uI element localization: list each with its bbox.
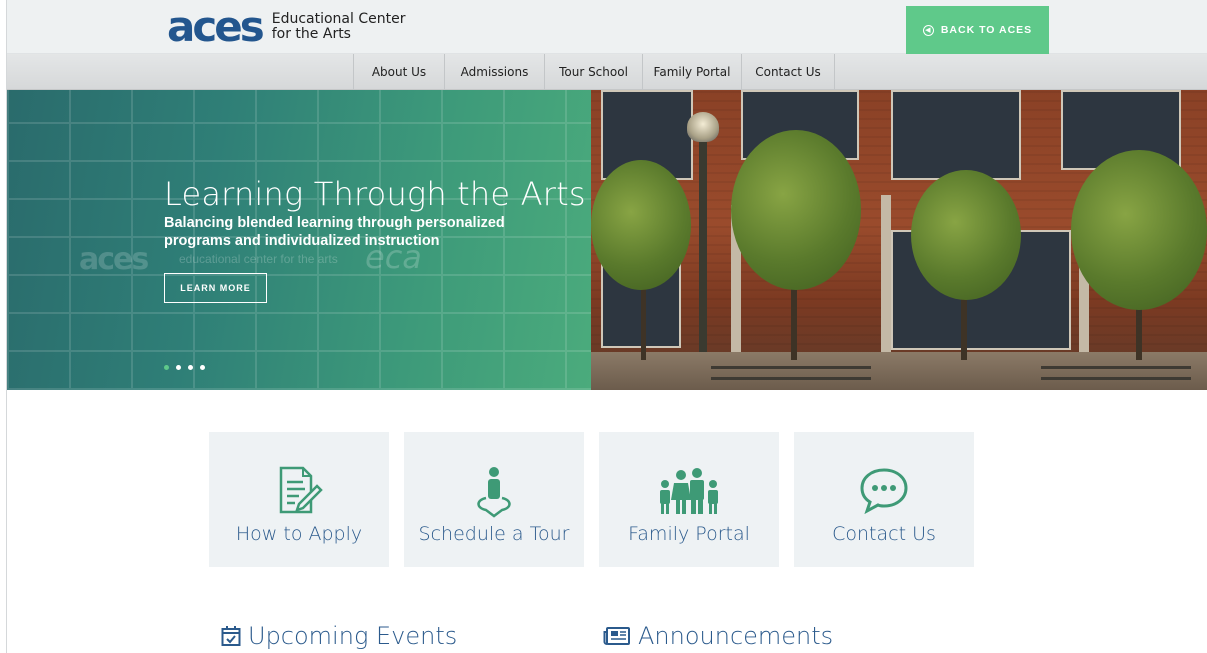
main-nav: About Us Admissions Tour School Family P… — [353, 54, 835, 90]
nav-item-label: About Us — [371, 65, 427, 79]
tree — [1071, 150, 1207, 310]
person-location-icon — [477, 467, 511, 518]
logo-text: Educational Center for the Arts — [272, 12, 406, 42]
building-pillar — [881, 195, 891, 355]
nav-item-tour-school[interactable]: Tour School — [544, 54, 642, 90]
tree — [731, 130, 861, 290]
back-to-aces-label: BACK TO ACES — [940, 24, 1033, 36]
site-logo[interactable]: aces Educational Center for the Arts — [167, 2, 406, 51]
nav-item-label: Admissions — [460, 65, 529, 79]
quick-link-schedule-a-tour[interactable]: Schedule a Tour — [404, 432, 584, 567]
nav-item-family-portal[interactable]: Family Portal — [642, 54, 741, 90]
section-title: Upcoming Events — [248, 622, 458, 650]
logo-text-line1: Educational Center — [271, 11, 406, 27]
quick-link-label: Contact Us — [832, 523, 936, 545]
back-to-aces-button[interactable]: ◀ BACK TO ACES — [906, 6, 1049, 54]
slider-dot-4[interactable] — [200, 365, 205, 370]
main-nav-bar: About Us Admissions Tour School Family P… — [7, 54, 1207, 90]
lamp-globe — [687, 112, 719, 142]
site-header: aces Educational Center for the Arts ◀ B… — [7, 0, 1207, 54]
tree — [911, 170, 1021, 300]
quick-link-label: Schedule a Tour — [418, 523, 570, 545]
hero-title: Learning Through the Arts — [164, 175, 586, 213]
slider-dot-2[interactable] — [176, 365, 181, 370]
calendar-check-icon — [221, 626, 241, 646]
nav-item-label: Contact Us — [755, 65, 821, 79]
learn-more-button[interactable]: LEARN MORE — [164, 273, 267, 303]
slider-dot-1[interactable] — [164, 365, 169, 370]
family-icon — [660, 468, 718, 514]
building-window — [891, 90, 1021, 180]
slider-dot-3[interactable] — [188, 365, 193, 370]
quick-links: How to Apply Schedule a Tour Family Port… — [209, 432, 989, 567]
announcements-heading: Announcements — [603, 622, 833, 650]
upcoming-events-heading: Upcoming Events — [221, 622, 457, 650]
watermark-logo: aces — [79, 242, 149, 277]
tree — [591, 160, 691, 290]
nav-item-label: Family Portal — [653, 65, 731, 79]
quick-link-how-to-apply[interactable]: How to Apply — [209, 432, 389, 567]
section-title: Announcements — [638, 622, 834, 650]
logo-text-line2: for the Arts — [271, 26, 351, 42]
slider-dots — [164, 365, 212, 370]
quick-link-label: Family Portal — [628, 523, 750, 545]
watermark-text: educational center for the arts — [179, 252, 338, 266]
logo-mark: aces — [167, 2, 265, 51]
hero-subtitle: Balancing blended learning through perso… — [164, 215, 505, 249]
bench — [1041, 366, 1191, 380]
hero-slider: aces educational center for the arts eca… — [7, 90, 1207, 390]
nav-item-contact-us[interactable]: Contact Us — [741, 54, 835, 90]
chat-bubble-icon — [860, 468, 908, 514]
nav-item-label: Tour School — [559, 65, 628, 79]
quick-link-contact-us[interactable]: Contact Us — [794, 432, 974, 567]
bench — [711, 366, 871, 380]
hero-photo — [591, 90, 1207, 390]
nav-item-admissions[interactable]: Admissions — [444, 54, 544, 90]
hero-text: Learning Through the Arts Balancing blen… — [164, 176, 586, 250]
quick-link-label: How to Apply — [235, 523, 363, 545]
nav-item-about-us[interactable]: About Us — [353, 54, 444, 90]
quick-link-family-portal[interactable]: Family Portal — [599, 432, 779, 567]
arrow-circle-icon: ◀ — [922, 24, 934, 36]
lamp-post — [699, 130, 707, 352]
document-pencil-icon — [279, 466, 323, 514]
newspaper-icon — [603, 627, 630, 645]
